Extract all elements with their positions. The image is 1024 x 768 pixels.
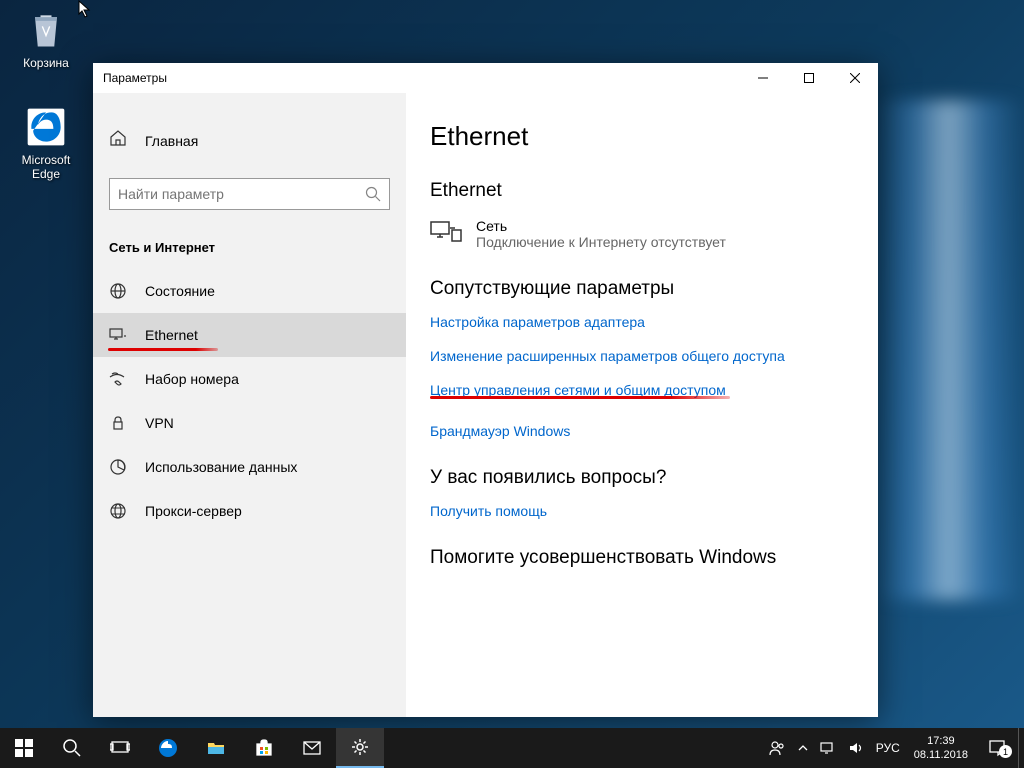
questions-heading: У вас появились вопросы?	[430, 467, 854, 489]
edge-icon[interactable]: Microsoft Edge	[8, 105, 84, 181]
sidebar: Главная Сеть и Интернет Состояние Ethern…	[93, 93, 406, 717]
status-icon	[109, 282, 127, 300]
clock[interactable]: 17:39 08.11.2018	[906, 734, 976, 763]
task-view-button[interactable]	[96, 728, 144, 768]
data-icon	[109, 458, 127, 476]
home-icon	[109, 129, 127, 152]
settings-window: Параметры Главная Сеть и Интернет Состоя…	[93, 63, 878, 717]
people-icon[interactable]	[762, 728, 792, 768]
minimize-button[interactable]	[740, 63, 786, 93]
nav-dialup[interactable]: Набор номера	[93, 357, 406, 401]
network-status: Подключение к Интернету отсутствует	[476, 234, 726, 250]
volume-tray-icon[interactable]	[842, 728, 870, 768]
settings-taskbar-icon[interactable]	[336, 728, 384, 768]
nav-label: Использование данных	[145, 459, 297, 475]
nav-data-usage[interactable]: Использование данных	[93, 445, 406, 489]
clock-date: 08.11.2018	[914, 748, 968, 762]
page-title: Ethernet	[430, 121, 854, 152]
close-button[interactable]	[832, 63, 878, 93]
nav-label: Состояние	[145, 283, 215, 299]
improve-heading: Помогите усовершенствовать Windows	[430, 547, 854, 569]
dialup-icon	[109, 370, 127, 388]
nav-vpn[interactable]: VPN	[93, 401, 406, 445]
annotation-underline	[108, 348, 218, 351]
search-input[interactable]	[118, 186, 365, 202]
show-desktop-button[interactable]	[1018, 728, 1024, 768]
network-entry[interactable]: Сеть Подключение к Интернету отсутствует	[430, 218, 854, 250]
home-link[interactable]: Главная	[93, 121, 406, 160]
proxy-icon	[109, 502, 127, 520]
edge-label: Microsoft Edge	[8, 153, 84, 181]
link-adapter-settings[interactable]: Настройка параметров адаптера	[430, 314, 854, 330]
link-help[interactable]: Получить помощь	[430, 503, 854, 519]
cursor-icon	[78, 0, 92, 23]
mail-taskbar-icon[interactable]	[288, 728, 336, 768]
link-advanced-sharing[interactable]: Изменение расширенных параметров общего …	[430, 348, 854, 364]
explorer-taskbar-icon[interactable]	[192, 728, 240, 768]
maximize-button[interactable]	[786, 63, 832, 93]
nav-label: Набор номера	[145, 371, 239, 387]
nav-label: VPN	[145, 415, 174, 431]
taskbar: РУС 17:39 08.11.2018 1	[0, 728, 1024, 768]
edge-taskbar-icon[interactable]	[144, 728, 192, 768]
search-button[interactable]	[48, 728, 96, 768]
vpn-icon	[109, 414, 127, 432]
recycle-bin-icon[interactable]: Корзина	[8, 8, 84, 70]
store-taskbar-icon[interactable]	[240, 728, 288, 768]
network-icon	[430, 220, 462, 244]
home-label: Главная	[145, 133, 198, 149]
notifications-button[interactable]: 1	[976, 739, 1018, 757]
ethernet-icon	[109, 326, 127, 344]
language-indicator[interactable]: РУС	[870, 728, 906, 768]
nav-status[interactable]: Состояние	[93, 269, 406, 313]
network-heading: Ethernet	[430, 180, 854, 202]
link-firewall[interactable]: Брандмауэр Windows	[430, 423, 854, 439]
network-tray-icon[interactable]	[814, 728, 842, 768]
nav-label: Прокси-сервер	[145, 503, 242, 519]
section-header: Сеть и Интернет	[93, 232, 406, 269]
nav-ethernet[interactable]: Ethernet	[93, 313, 406, 357]
main-content: Ethernet Ethernet Сеть Подключение к Инт…	[406, 93, 878, 717]
network-name: Сеть	[476, 218, 726, 234]
clock-time: 17:39	[914, 734, 968, 748]
search-icon	[365, 186, 381, 202]
search-box[interactable]	[109, 178, 390, 210]
annotation-underline	[430, 396, 730, 399]
system-tray: РУС 17:39 08.11.2018 1	[762, 728, 1024, 768]
start-button[interactable]	[0, 728, 48, 768]
recycle-bin-label: Корзина	[8, 56, 84, 70]
window-title: Параметры	[103, 71, 167, 85]
nav-label: Ethernet	[145, 327, 198, 343]
titlebar[interactable]: Параметры	[93, 63, 878, 93]
tray-expand-icon[interactable]	[792, 728, 814, 768]
related-heading: Сопутствующие параметры	[430, 278, 854, 300]
nav-proxy[interactable]: Прокси-сервер	[93, 489, 406, 533]
notif-badge: 1	[999, 745, 1012, 758]
